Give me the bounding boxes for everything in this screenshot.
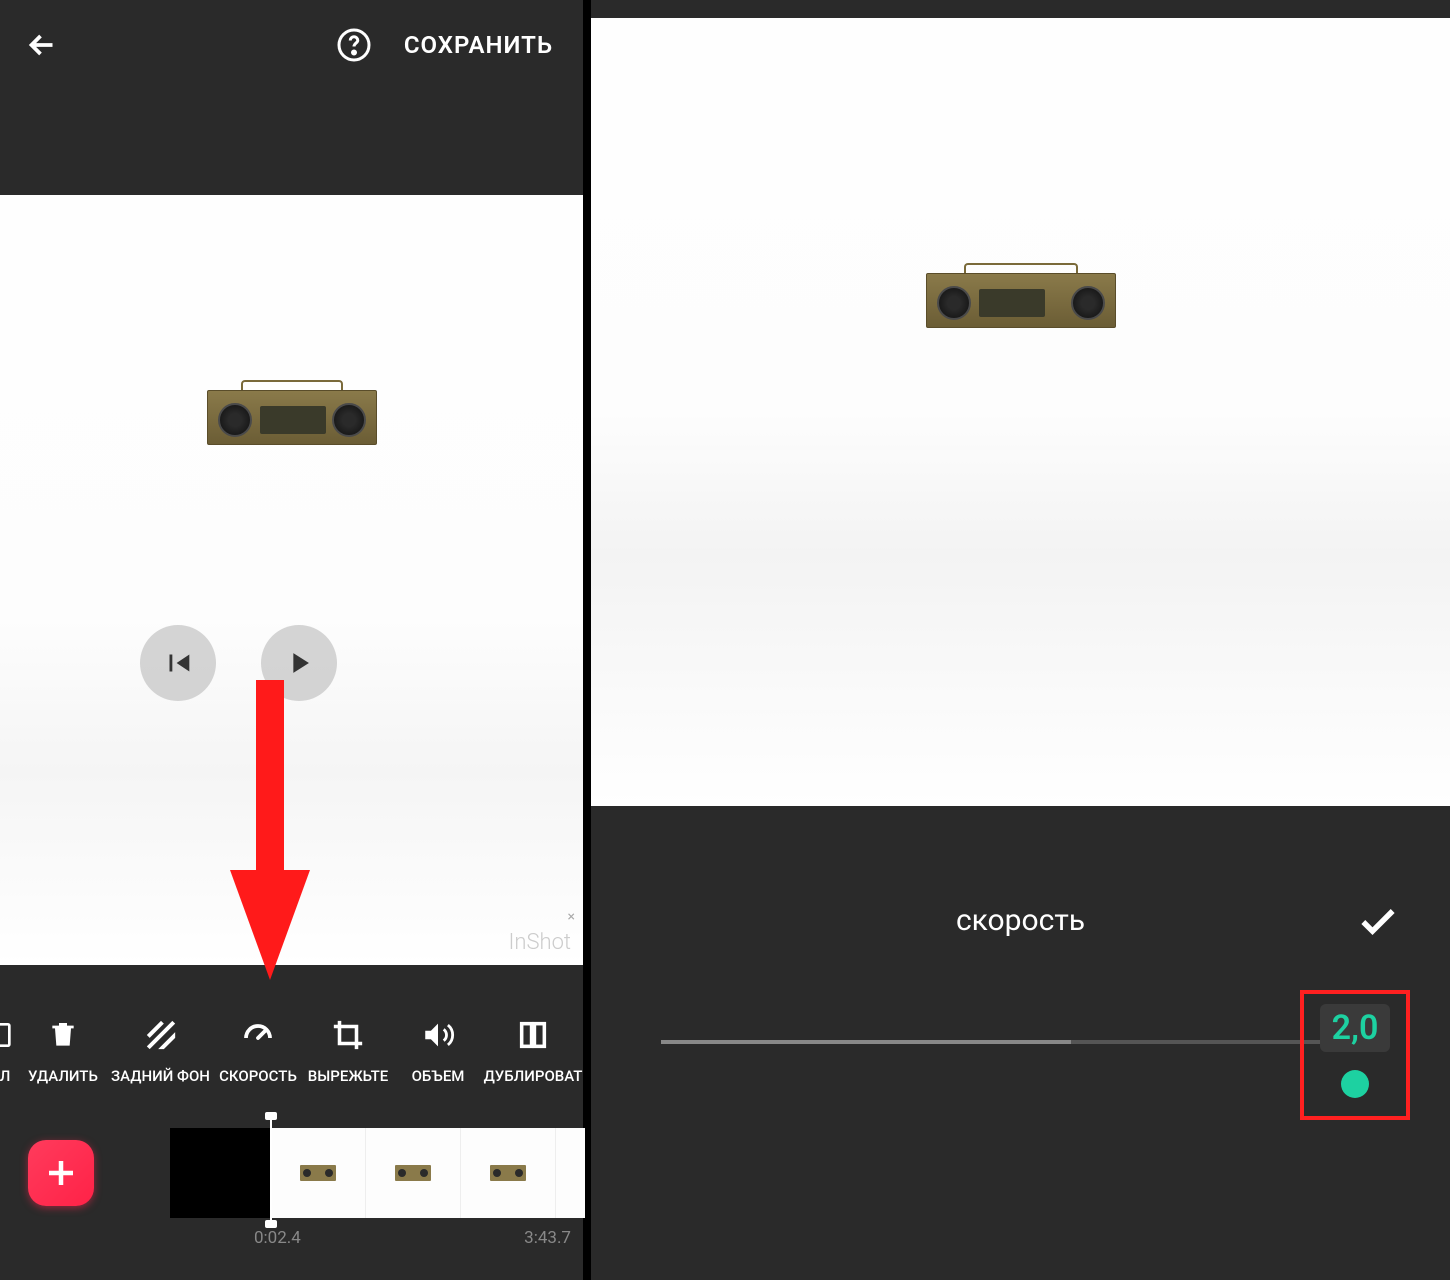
total-time: 3:43.7 [524, 1228, 571, 1248]
save-button[interactable]: СОХРАНИТЬ [404, 31, 563, 59]
timeline: 0:02.4 3:43.7 [0, 1120, 583, 1280]
timeline-thumb [460, 1128, 555, 1218]
tool-label: ОБЪЕМ [412, 1067, 465, 1085]
panel-divider [583, 0, 591, 1280]
timeline-thumb [555, 1128, 585, 1218]
stripes-icon [141, 1015, 181, 1055]
timeline-track[interactable] [170, 1128, 583, 1218]
slider-thumb[interactable] [1341, 1070, 1369, 1098]
crop-icon [328, 1015, 368, 1055]
video-content-boombox [926, 273, 1116, 353]
speed-header-row: скорость [591, 870, 1450, 970]
tool-label: СКОРОСТЬ [219, 1067, 297, 1085]
tool-background[interactable]: ЗАДНИЙ ФОН [108, 1015, 213, 1085]
timeline-thumb [170, 1128, 270, 1218]
speed-value-label: 2,0 [1320, 1004, 1391, 1052]
speed-title: скорость [956, 903, 1085, 938]
edit-toolbar: ОЛ УДАЛИТЬ ЗАДНИЙ ФОН СКОРОСТЬ ВЫРЕЖЬТЕ … [0, 990, 583, 1110]
header: СОХРАНИТЬ [0, 0, 583, 90]
speed-slider[interactable] [661, 1040, 1381, 1044]
watermark-text: InShot [509, 930, 572, 955]
duplicate-icon [513, 1015, 553, 1055]
trash-icon [43, 1015, 83, 1055]
speedometer-icon [238, 1015, 278, 1055]
volume-icon [418, 1015, 458, 1055]
tool-label: УДАЛИТЬ [28, 1067, 98, 1085]
current-time: 0:02.4 [254, 1228, 301, 1248]
video-preview-right [591, 18, 1450, 806]
annotation-highlight-box: 2,0 [1300, 990, 1410, 1120]
tool-label: ЗАДНИЙ ФОН [111, 1067, 210, 1085]
tool-label: ОЛ [0, 1067, 10, 1085]
remove-watermark-button[interactable]: × [568, 909, 575, 925]
tool-delete[interactable]: УДАЛИТЬ [18, 1015, 108, 1085]
video-content-boombox [207, 390, 377, 460]
tool-label: ВЫРЕЖЬТЕ [308, 1067, 388, 1085]
tool-speed[interactable]: СКОРОСТЬ [213, 1015, 303, 1085]
editor-main-panel: СОХРАНИТЬ × InShot [0, 0, 583, 1280]
timeline-thumb [270, 1128, 365, 1218]
annotation-arrow-icon [230, 680, 310, 990]
timeline-thumb [365, 1128, 460, 1218]
playhead-marker[interactable] [270, 1120, 272, 1220]
back-button[interactable] [20, 23, 64, 67]
tool-prev-partial[interactable]: ОЛ [0, 1015, 18, 1085]
tool-duplicate[interactable]: ДУБЛИРОВАТ [483, 1015, 583, 1085]
skip-previous-button[interactable] [140, 625, 216, 701]
tool-label: ДУБЛИРОВАТ [484, 1067, 583, 1085]
speed-adjust-panel: скорость 2,0 [591, 0, 1450, 1280]
add-clip-button[interactable] [28, 1140, 94, 1206]
tool-crop[interactable]: ВЫРЕЖЬТЕ [303, 1015, 393, 1085]
confirm-button[interactable] [1356, 900, 1400, 948]
help-icon[interactable] [334, 25, 374, 65]
tool-volume[interactable]: ОБЪЕМ [393, 1015, 483, 1085]
slider-fill [661, 1040, 1071, 1044]
